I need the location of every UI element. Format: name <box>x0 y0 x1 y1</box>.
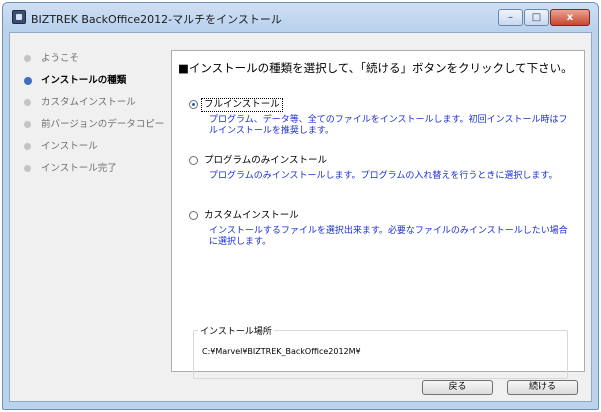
step-bullet-icon <box>24 143 31 150</box>
option-label[interactable]: プログラムのみインストール <box>202 155 329 167</box>
option-description: インストールするファイルを選択出来ます。必要なファイルのみインストールしたい場合… <box>209 226 568 247</box>
step-bullet-icon <box>24 165 31 172</box>
radio-custom-install[interactable] <box>189 211 198 220</box>
step-label: インストールの種類 <box>41 75 127 86</box>
minimize-button[interactable]: – <box>498 9 523 26</box>
title-bar[interactable]: BIZTREK BackOffice2012-マルチをインストール – □ x <box>3 3 598 31</box>
panel-heading: ■インストールの種類を選択して、「続ける」ボタンをクリックして下さい。 <box>178 61 573 75</box>
window-title: BIZTREK BackOffice2012-マルチをインストール <box>31 13 282 26</box>
install-type-panel: ■インストールの種類を選択して、「続ける」ボタンをクリックして下さい。 フルイン… <box>171 50 585 379</box>
step-label: ようこそ <box>41 53 80 64</box>
option-description: プログラム、データ等、全てのファイルをインストールします。初回インストール時はフ… <box>209 115 568 136</box>
option-custom-install[interactable]: カスタムインストール インストールするファイルを選択出来ます。必要なファイルのみ… <box>189 210 574 248</box>
step-install-type: インストールの種類 <box>24 75 174 97</box>
step-install: インストール <box>24 141 174 163</box>
current-step-bullet-icon <box>24 77 32 85</box>
caption-buttons: – □ x <box>497 9 590 26</box>
option-full-install[interactable]: フルインストール プログラム、データ等、全てのファイルをインストールします。初回… <box>189 98 574 137</box>
maximize-button[interactable]: □ <box>524 9 549 26</box>
continue-button[interactable]: 続ける <box>507 380 578 395</box>
window-client-area: ようこそ インストールの種類 カスタムインストール 前バージョンのデータコピー … <box>9 32 592 402</box>
step-bullet-icon <box>24 55 31 62</box>
step-bullet-icon <box>24 121 31 128</box>
radio-full-install[interactable] <box>189 100 198 109</box>
step-bullet-icon <box>24 99 31 106</box>
install-location-label: インストール場所 <box>198 324 274 337</box>
installer-window: BIZTREK BackOffice2012-マルチをインストール – □ x … <box>2 2 599 410</box>
step-data-copy: 前バージョンのデータコピー <box>24 119 174 141</box>
step-list: ようこそ インストールの種類 カスタムインストール 前バージョンのデータコピー … <box>24 53 174 185</box>
back-button[interactable]: 戻る <box>422 380 493 395</box>
close-button[interactable]: x <box>550 9 590 26</box>
step-label: インストール完了 <box>41 163 117 174</box>
radio-program-only[interactable] <box>189 156 198 165</box>
option-description: プログラムのみインストールします。プログラムの入れ替えを行うときに選択します。 <box>209 171 558 181</box>
step-complete: インストール完了 <box>24 163 174 185</box>
option-program-only[interactable]: プログラムのみインストール プログラムのみインストールします。プログラムの入れ替… <box>189 155 574 182</box>
app-icon <box>12 10 26 24</box>
step-custom-install: カスタムインストール <box>24 97 174 119</box>
step-label: カスタムインストール <box>41 97 136 108</box>
option-label[interactable]: カスタムインストール <box>202 210 301 222</box>
step-welcome: ようこそ <box>24 53 174 75</box>
step-label: 前バージョンのデータコピー <box>41 119 165 130</box>
install-location-group: インストール場所 C:¥Marvel¥BIZTREK_BackOffice201… <box>193 324 568 379</box>
step-label: インストール <box>41 141 98 152</box>
install-location-path: C:¥Marvel¥BIZTREK_BackOffice2012M¥ <box>202 347 361 356</box>
option-label[interactable]: フルインストール <box>201 98 283 112</box>
